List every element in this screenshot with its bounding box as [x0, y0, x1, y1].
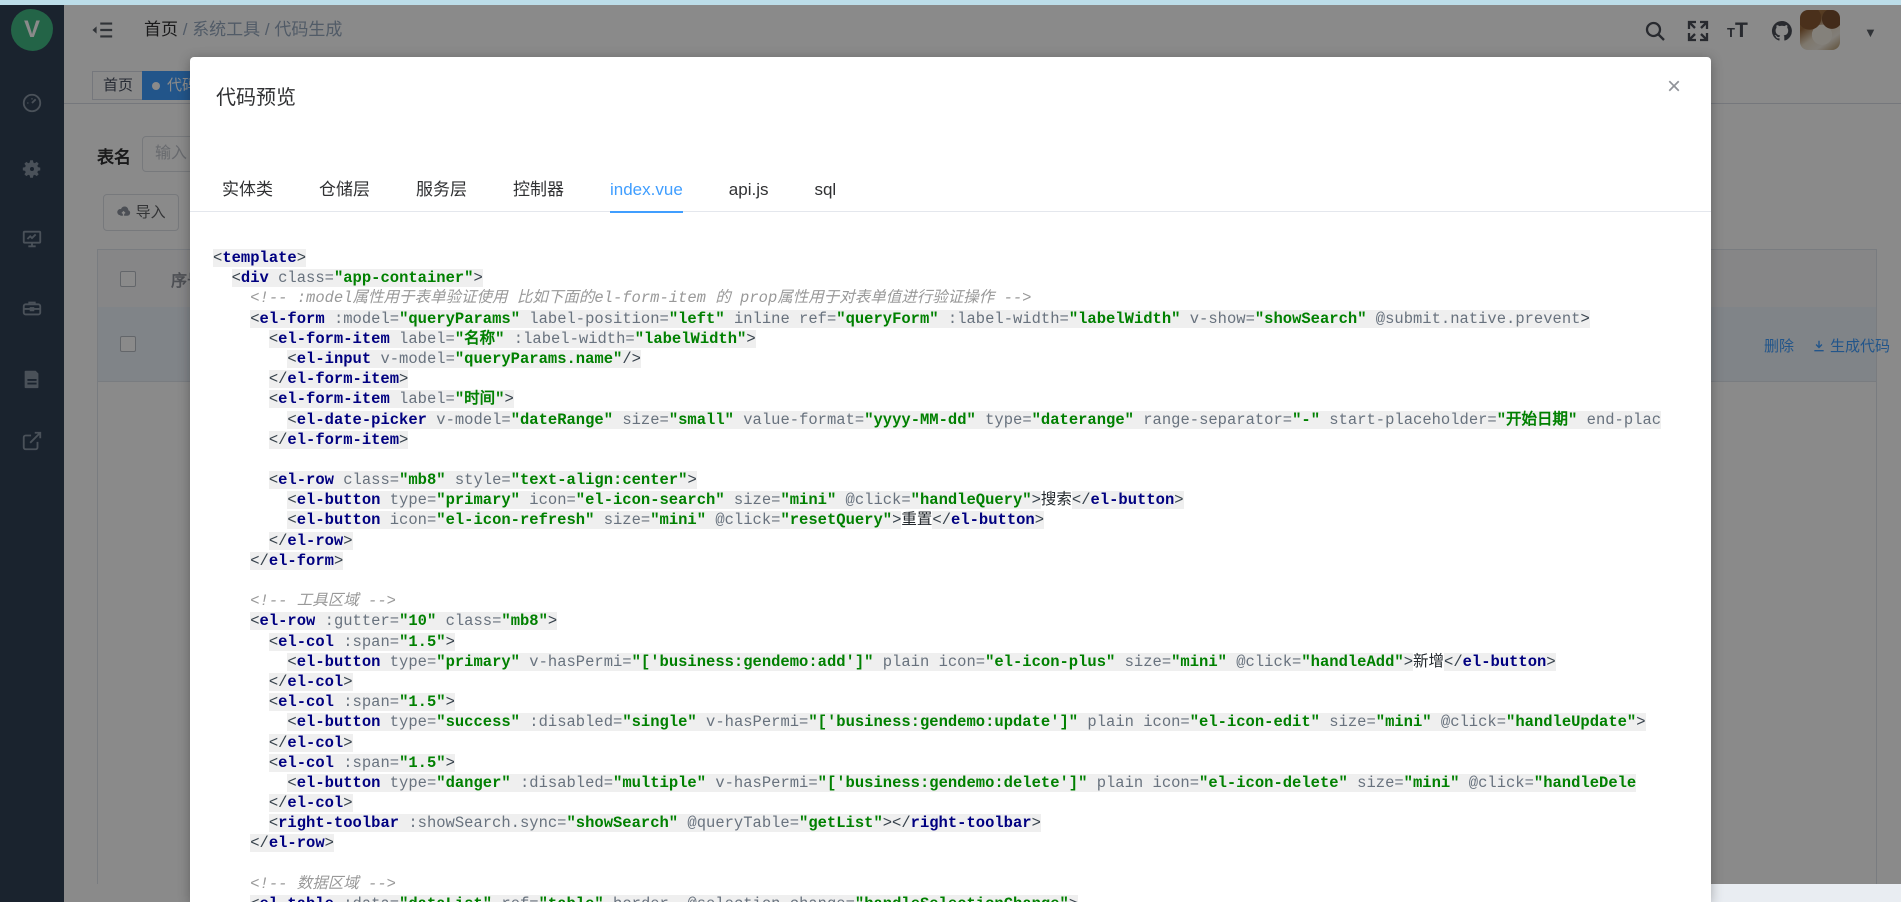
code-line: <el-table :data="dataList" ref="table" b… — [213, 894, 1711, 902]
code-preview-dialog: 代码预览 × 实体类 仓储层 服务层 控制器 index.vue api.js sql <t… — [190, 57, 1711, 902]
close-icon[interactable]: × — [1667, 75, 1681, 99]
code-line: <el-form-item label="名称" :label-width="l… — [213, 329, 1711, 349]
code-tabs: 实体类 仓储层 服务层 控制器 index.vue api.js sql — [190, 169, 1711, 212]
bottom-scrollbar-strip — [1711, 884, 1901, 902]
code-line: <el-col :span="1.5"> — [213, 753, 1711, 773]
code-line: </el-row> — [213, 531, 1711, 551]
code-line: <div class="app-container"> — [213, 268, 1711, 288]
code-line: </el-form-item> — [213, 369, 1711, 389]
code-line — [213, 571, 1711, 591]
code-line: <el-row class="mb8" style="text-align:ce… — [213, 470, 1711, 490]
dialog-title: 代码预览 — [216, 81, 296, 110]
code-line — [213, 450, 1711, 470]
code-line: </el-row> — [213, 833, 1711, 853]
code-line: <!-- :model属性用于表单验证使用 比如下面的el-form-item … — [213, 288, 1711, 308]
tab-index.vue[interactable]: index.vue — [610, 169, 683, 213]
code-line: <!-- 工具区域 --> — [213, 591, 1711, 611]
code-line: <el-button type="primary" icon="el-icon-… — [213, 490, 1711, 510]
tab-实体类[interactable]: 实体类 — [222, 169, 273, 211]
code-line: <el-button type="success" :disabled="sin… — [213, 712, 1711, 732]
code-line: <el-date-picker v-model="dateRange" size… — [213, 410, 1711, 430]
code-line: <right-toolbar :showSearch.sync="showSea… — [213, 813, 1711, 833]
code-line: </el-col> — [213, 793, 1711, 813]
code-line: </el-col> — [213, 672, 1711, 692]
code-line: <el-form :model="queryParams" label-posi… — [213, 309, 1711, 329]
code-line: <el-col :span="1.5"> — [213, 632, 1711, 652]
code-line: <template> — [213, 248, 1711, 268]
code-line: <el-row :gutter="10" class="mb8"> — [213, 611, 1711, 631]
tab-控制器[interactable]: 控制器 — [513, 169, 564, 211]
code-line: <!-- 数据区域 --> — [213, 874, 1711, 894]
code-line: <el-button icon="el-icon-refresh" size="… — [213, 510, 1711, 530]
tab-服务层[interactable]: 服务层 — [416, 169, 467, 211]
code-content[interactable]: <template> <div class="app-container"> <… — [190, 212, 1711, 902]
tab-api.js[interactable]: api.js — [729, 169, 769, 211]
tab-仓储层[interactable]: 仓储层 — [319, 169, 370, 211]
code-line: <el-input v-model="queryParams.name"/> — [213, 349, 1711, 369]
code-line: <el-form-item label="时间"> — [213, 389, 1711, 409]
code-line — [213, 854, 1711, 874]
tab-sql[interactable]: sql — [814, 169, 836, 211]
code-line: </el-col> — [213, 733, 1711, 753]
code-line: <el-button type="primary" v-hasPermi="['… — [213, 652, 1711, 672]
browser-top-strip — [0, 0, 1901, 5]
code-line: <el-col :span="1.5"> — [213, 692, 1711, 712]
code-line: <el-button type="danger" :disabled="mult… — [213, 773, 1711, 793]
code-line: </el-form> — [213, 551, 1711, 571]
code-line: </el-form-item> — [213, 430, 1711, 450]
